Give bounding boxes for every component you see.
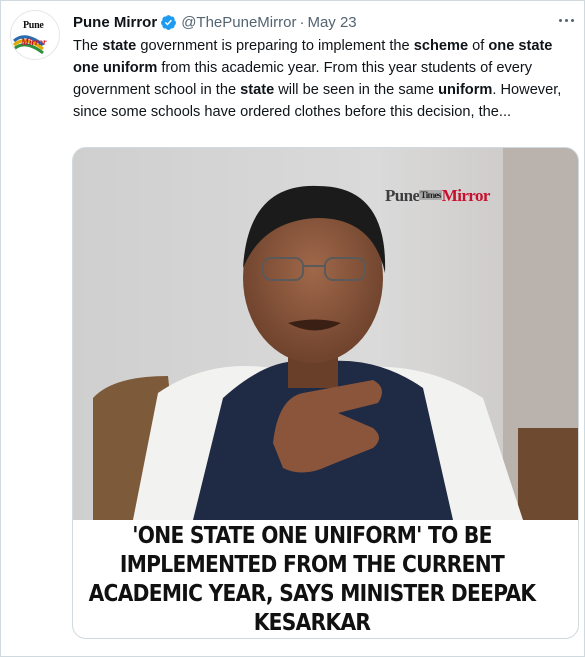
avatar-logo-text-pune: Pune	[23, 20, 44, 31]
account-name[interactable]: Pune Mirror	[73, 14, 157, 31]
tweet-card[interactable]: Pune Mirror Pune Mirror @ThePuneMirror ·…	[0, 0, 585, 657]
tweet-text-segment: The	[73, 38, 103, 54]
tweet-text-keyword: scheme	[413, 38, 469, 54]
minister-photo	[73, 148, 578, 520]
tweet-text-keyword: state	[240, 82, 275, 98]
image-headline-text: 'ONE STATE ONE UNIFORM' TO BE IMPLEMENTE…	[88, 521, 536, 636]
tweet-date[interactable]: May 23	[307, 14, 356, 31]
header-separator: ·	[299, 13, 305, 31]
image-headline: 'ONE STATE ONE UNIFORM' TO BE IMPLEMENTE…	[73, 520, 578, 638]
watermark-logo: PuneTimesMirror	[385, 186, 490, 205]
avatar-logo-graphic	[12, 35, 44, 55]
tweet-text-keyword: state	[102, 38, 137, 54]
tweet-text-segment: government is preparing to implement the	[136, 38, 414, 54]
tweet-text: The state government is preparing to imp…	[73, 35, 578, 123]
tweet-header: Pune Mirror @ThePuneMirror · May 23	[73, 11, 357, 33]
account-handle[interactable]: @ThePuneMirror	[181, 14, 296, 31]
tweet-media-image[interactable]: PuneTimesMirror 'ONE STATE ONE UNIFORM' …	[72, 147, 579, 639]
tweet-text-segment: will be seen in the same	[274, 82, 439, 98]
tweet-text-keyword: uniform	[438, 82, 493, 98]
avatar-logo-text-mirror: Mirror	[21, 37, 47, 47]
more-options-icon[interactable]	[554, 11, 578, 29]
profile-avatar[interactable]: Pune Mirror	[10, 10, 60, 60]
tweet-text-segment: of	[468, 38, 489, 54]
verified-badge-icon	[161, 14, 177, 30]
